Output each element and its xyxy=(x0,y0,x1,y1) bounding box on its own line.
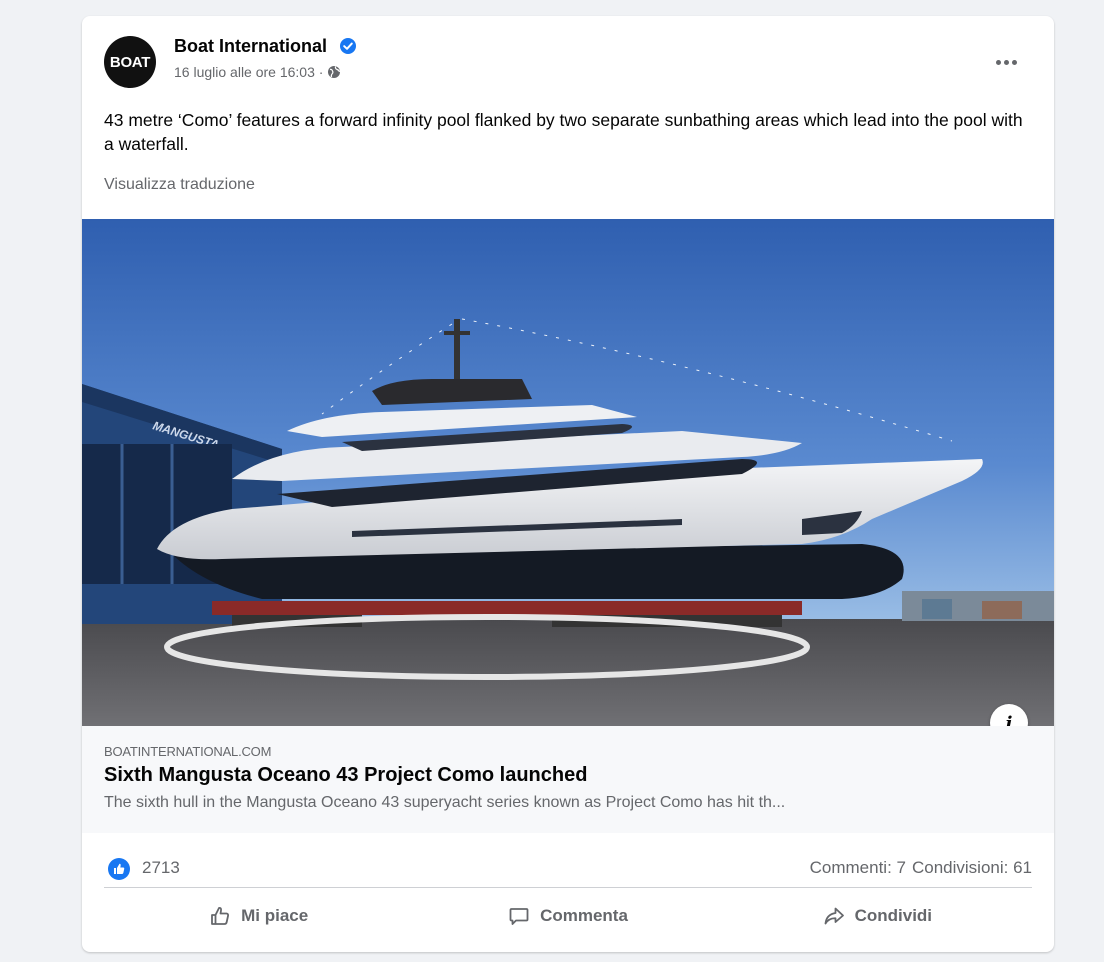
thumbs-up-icon xyxy=(211,907,230,925)
share-button[interactable]: Condividi xyxy=(723,894,1032,938)
more-dot xyxy=(995,59,1001,65)
more-dot xyxy=(1011,59,1017,65)
more-dot xyxy=(1003,59,1009,65)
post-card: BOAT Boat International 16 luglio alle o… xyxy=(82,16,1054,952)
link-description: The sixth hull in the Mangusta Oceano 43… xyxy=(104,794,786,811)
engagement-counts: Commenti: 7 Condivisioni: 61 xyxy=(810,858,1032,878)
like-count[interactable]: 2713 xyxy=(142,858,180,878)
link-domain: BOATINTERNATIONAL.COM xyxy=(104,744,272,759)
see-translation-link[interactable]: Visualizza traduzione xyxy=(104,176,255,194)
post-text: 43 metre ‘Como’ features a forward infin… xyxy=(104,110,1023,154)
post-header: BOAT Boat International 16 luglio alle o… xyxy=(82,16,1054,106)
like-reaction-icon[interactable] xyxy=(108,858,130,880)
link-preview[interactable]: BOATINTERNATIONAL.COM Sixth Mangusta Oce… xyxy=(82,726,1054,833)
comments-count[interactable]: Commenti: 7 xyxy=(810,858,906,878)
comment-button[interactable]: Commenta xyxy=(413,894,722,938)
globe-icon xyxy=(327,65,341,79)
post-meta: 16 luglio alle ore 16:03 · xyxy=(174,64,341,80)
mast xyxy=(454,319,460,379)
post-timestamp[interactable]: 16 luglio alle ore 16:03 · xyxy=(174,64,323,80)
post-actions: Mi piace Commenta Condividi xyxy=(104,894,1032,938)
like-label: Mi piace xyxy=(241,906,309,925)
share-icon xyxy=(824,907,844,925)
share-label: Condividi xyxy=(854,906,933,925)
shares-count[interactable]: Condivisioni: 61 xyxy=(912,858,1032,878)
link-title: Sixth Mangusta Oceano 43 Project Como la… xyxy=(104,764,588,786)
page-avatar[interactable]: BOAT xyxy=(104,36,156,88)
more-options-button[interactable] xyxy=(978,44,1034,80)
comment-icon xyxy=(509,908,529,925)
link-preview-image[interactable]: MANGUSTA xyxy=(82,219,1054,726)
ground xyxy=(82,619,1054,726)
like-button[interactable]: Mi piace xyxy=(104,894,413,938)
verified-badge-icon xyxy=(340,38,356,54)
avatar-text: BOAT xyxy=(109,53,151,71)
page-name-link[interactable]: Boat International xyxy=(174,36,327,57)
reactions-summary: 2713 Commenti: 7 Condivisioni: 61 xyxy=(104,848,1032,888)
comment-label: Commenta xyxy=(540,906,628,925)
